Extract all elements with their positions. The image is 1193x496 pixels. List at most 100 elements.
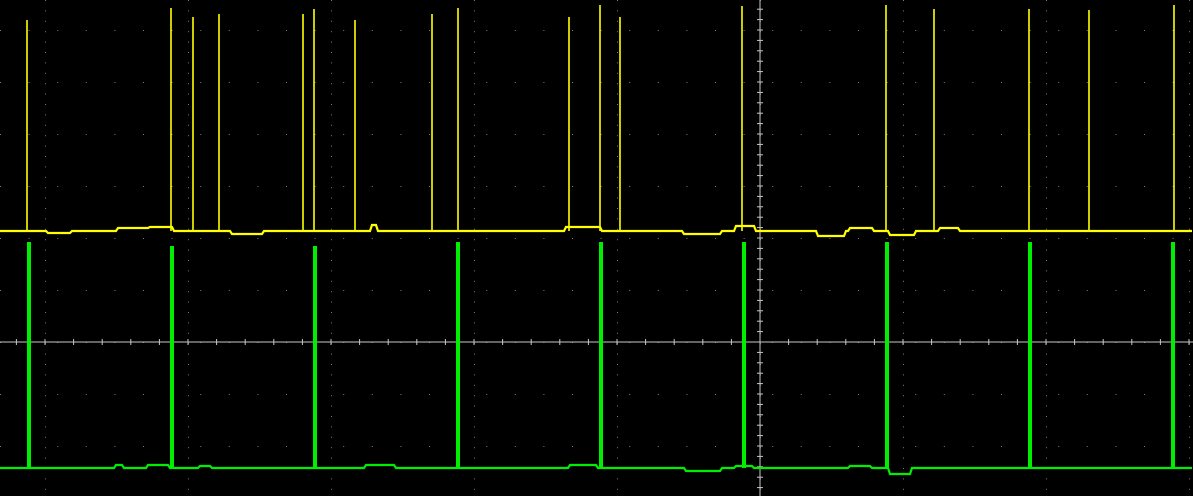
grid-dot bbox=[57, 82, 59, 83]
grid-dot bbox=[1046, 416, 1047, 417]
grid-dot bbox=[617, 83, 618, 85]
trace-green-pulse bbox=[456, 242, 460, 468]
grid-dot bbox=[343, 394, 345, 395]
grid-dot bbox=[1189, 374, 1190, 376]
grid-dot bbox=[743, 30, 745, 31]
grid-dot bbox=[617, 322, 618, 324]
grid-dot bbox=[1189, 145, 1190, 147]
grid-dot bbox=[474, 478, 475, 480]
grid-dot bbox=[858, 134, 859, 135]
grid-dot bbox=[257, 238, 259, 239]
grid-dot bbox=[1058, 394, 1060, 395]
grid-dot bbox=[188, 384, 189, 386]
grid-dot bbox=[903, 301, 904, 303]
grid-dot bbox=[200, 394, 202, 395]
grid-dot bbox=[474, 72, 475, 74]
grid-dot bbox=[45, 436, 46, 438]
grid-dot bbox=[474, 332, 475, 334]
grid-dot bbox=[903, 208, 904, 209]
grid-dot bbox=[1115, 134, 1117, 135]
grid-dot bbox=[474, 62, 475, 64]
grid-dot bbox=[45, 332, 46, 334]
grid-dot bbox=[1189, 322, 1190, 324]
grid-dot bbox=[1046, 249, 1047, 251]
grid-dot bbox=[45, 0, 46, 1]
oscilloscope-display bbox=[0, 0, 1193, 496]
grid-dot bbox=[331, 322, 332, 324]
grid-dot bbox=[331, 239, 332, 241]
grid-dot bbox=[45, 291, 46, 293]
grid-dot bbox=[1001, 290, 1002, 291]
grid-dot bbox=[1189, 364, 1190, 365]
grid-dot bbox=[1189, 332, 1190, 334]
grid-dot bbox=[257, 394, 259, 395]
grid-dot bbox=[903, 104, 904, 105]
grid-dot bbox=[903, 62, 904, 64]
grid-dot bbox=[1046, 176, 1047, 178]
grid-dot bbox=[188, 364, 189, 365]
grid-dot bbox=[1144, 134, 1145, 135]
grid-dot bbox=[915, 82, 917, 83]
grid-dot bbox=[1189, 104, 1190, 105]
grid-dot bbox=[903, 332, 904, 334]
grid-dot bbox=[429, 290, 430, 291]
grid-dot bbox=[772, 290, 774, 291]
grid-dot bbox=[1189, 197, 1190, 199]
grid-dot bbox=[188, 176, 189, 178]
grid-dot bbox=[617, 374, 618, 376]
grid-dot bbox=[188, 228, 189, 230]
grid-dot bbox=[371, 238, 373, 239]
grid-dot bbox=[1189, 176, 1190, 178]
grid-dot bbox=[629, 30, 631, 31]
grid-dot bbox=[474, 301, 475, 303]
grid-dot bbox=[858, 290, 859, 291]
grid-dot bbox=[45, 270, 46, 272]
grid-dot bbox=[1046, 20, 1047, 22]
grid-dot bbox=[1046, 104, 1047, 105]
grid-dot bbox=[1046, 291, 1047, 293]
grid-dot bbox=[331, 312, 332, 313]
grid-dot bbox=[1046, 166, 1047, 168]
grid-dot bbox=[28, 134, 30, 135]
grid-dot bbox=[572, 82, 573, 83]
grid-dot bbox=[474, 145, 475, 147]
grid-dot bbox=[486, 134, 488, 135]
grid-dot bbox=[200, 446, 202, 447]
grid-dot bbox=[45, 156, 46, 157]
grid-dot bbox=[331, 270, 332, 272]
grid-dot bbox=[400, 186, 402, 187]
grid-dot bbox=[903, 291, 904, 293]
trace-green-pulse bbox=[170, 246, 174, 468]
grid-dot bbox=[772, 134, 774, 135]
grid-dot bbox=[474, 104, 475, 105]
grid-dot bbox=[1115, 82, 1117, 83]
grid-dot bbox=[617, 208, 618, 209]
grid-dot bbox=[686, 446, 688, 447]
grid-dot bbox=[657, 238, 659, 239]
grid-dot bbox=[457, 238, 459, 239]
grid-dot bbox=[772, 186, 774, 187]
grid-dot bbox=[1189, 280, 1190, 282]
grid-dot bbox=[617, 416, 618, 417]
grid-dot bbox=[903, 384, 904, 386]
trace-green-baseline bbox=[0, 463, 1192, 476]
grid-dot bbox=[1046, 405, 1047, 407]
grid-dot bbox=[1189, 312, 1190, 313]
grid-dot bbox=[943, 186, 945, 187]
grid-dot bbox=[1189, 291, 1190, 293]
grid-dot bbox=[1189, 218, 1190, 220]
grid-dot bbox=[474, 31, 475, 33]
grid-dot bbox=[188, 197, 189, 199]
grid-dot bbox=[903, 218, 904, 220]
grid-dot bbox=[800, 82, 802, 83]
grid-dot bbox=[903, 468, 904, 469]
grid-dot bbox=[572, 134, 573, 135]
grid-dot bbox=[772, 446, 774, 447]
grid-dot bbox=[188, 187, 189, 189]
grid-dot bbox=[903, 0, 904, 1]
grid-dot bbox=[114, 134, 116, 135]
grid-dot bbox=[0, 30, 1, 31]
grid-dot bbox=[903, 124, 904, 126]
grid-dot bbox=[543, 82, 545, 83]
grid-dot bbox=[188, 416, 189, 417]
